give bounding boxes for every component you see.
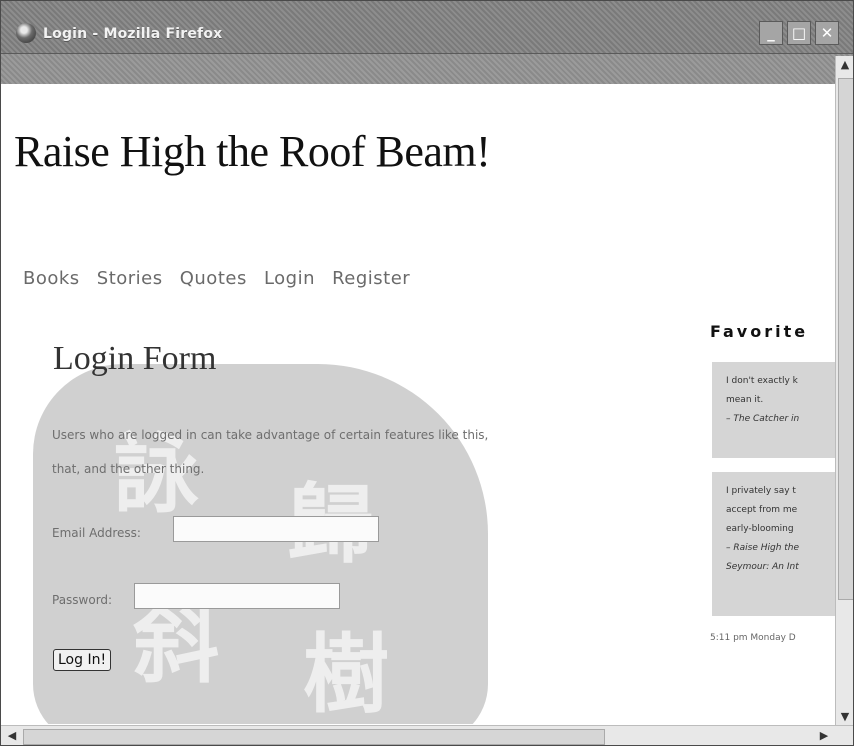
scroll-down-icon[interactable]: ▼ bbox=[836, 708, 853, 726]
intro-line: Users who are logged in can take advanta… bbox=[52, 428, 489, 442]
close-icon[interactable]: ✕ bbox=[815, 21, 839, 45]
nav-login[interactable]: Login bbox=[264, 268, 315, 289]
password-field[interactable] bbox=[134, 583, 340, 609]
nav-register[interactable]: Register bbox=[332, 268, 410, 289]
watermark-glyph: 樹 bbox=[303, 624, 389, 724]
quote-attribution: – The Catcher in bbox=[726, 414, 800, 424]
horizontal-scrollbar[interactable]: ◀ ▶ bbox=[1, 725, 853, 745]
login-form-heading: Login Form bbox=[53, 340, 217, 377]
browser-window: Login - Mozilla Firefox _ □ ✕ 詠 歸 斜 樹 Ra… bbox=[0, 0, 854, 746]
email-label: Email Address: bbox=[52, 526, 141, 540]
favorite-quotes-heading: Favorite bbox=[710, 322, 809, 341]
quote-text: early-blooming bbox=[726, 524, 794, 534]
toolbar-strip bbox=[1, 54, 853, 84]
scroll-right-icon[interactable]: ▶ bbox=[815, 727, 833, 745]
login-intro: Users who are logged in can take advanta… bbox=[52, 418, 642, 486]
login-button[interactable]: Log In! bbox=[53, 649, 112, 671]
window-title: Login - Mozilla Firefox bbox=[43, 26, 223, 42]
timestamp: 5:11 pm Monday D bbox=[710, 633, 796, 643]
main-nav: Books Stories Quotes Login Register bbox=[23, 268, 422, 289]
vertical-scrollbar[interactable]: ▲ ▼ bbox=[835, 56, 853, 726]
intro-line: that, and the other thing. bbox=[52, 462, 205, 476]
quote-text: I privately say t bbox=[726, 486, 796, 496]
scroll-up-icon[interactable]: ▲ bbox=[836, 56, 853, 74]
firefox-logo-icon bbox=[16, 23, 36, 43]
page-content: 詠 歸 斜 樹 Raise High the Roof Beam! Books … bbox=[1, 84, 835, 724]
email-field[interactable] bbox=[173, 516, 379, 542]
nav-books[interactable]: Books bbox=[23, 268, 80, 289]
horizontal-scroll-thumb[interactable] bbox=[23, 729, 605, 745]
quote-attribution: – Raise High the bbox=[726, 543, 800, 553]
nav-stories[interactable]: Stories bbox=[97, 268, 163, 289]
quote-attribution: Seymour: An Int bbox=[726, 562, 799, 572]
quote-text: mean it. bbox=[726, 395, 764, 405]
title-bar[interactable]: Login - Mozilla Firefox _ □ ✕ bbox=[1, 1, 853, 54]
scroll-left-icon[interactable]: ◀ bbox=[3, 727, 21, 745]
site-title: Raise High the Roof Beam! bbox=[14, 127, 491, 176]
nav-quotes[interactable]: Quotes bbox=[180, 268, 247, 289]
quote-box: I privately say t accept from me early-b… bbox=[712, 472, 835, 616]
quote-box: I don't exactly k mean it. – The Catcher… bbox=[712, 362, 835, 458]
password-label: Password: bbox=[52, 593, 113, 607]
vertical-scroll-thumb[interactable] bbox=[838, 78, 853, 600]
minimize-icon[interactable]: _ bbox=[759, 21, 783, 45]
quote-text: I don't exactly k bbox=[726, 376, 798, 386]
quote-text: accept from me bbox=[726, 505, 798, 515]
maximize-icon[interactable]: □ bbox=[787, 21, 811, 45]
